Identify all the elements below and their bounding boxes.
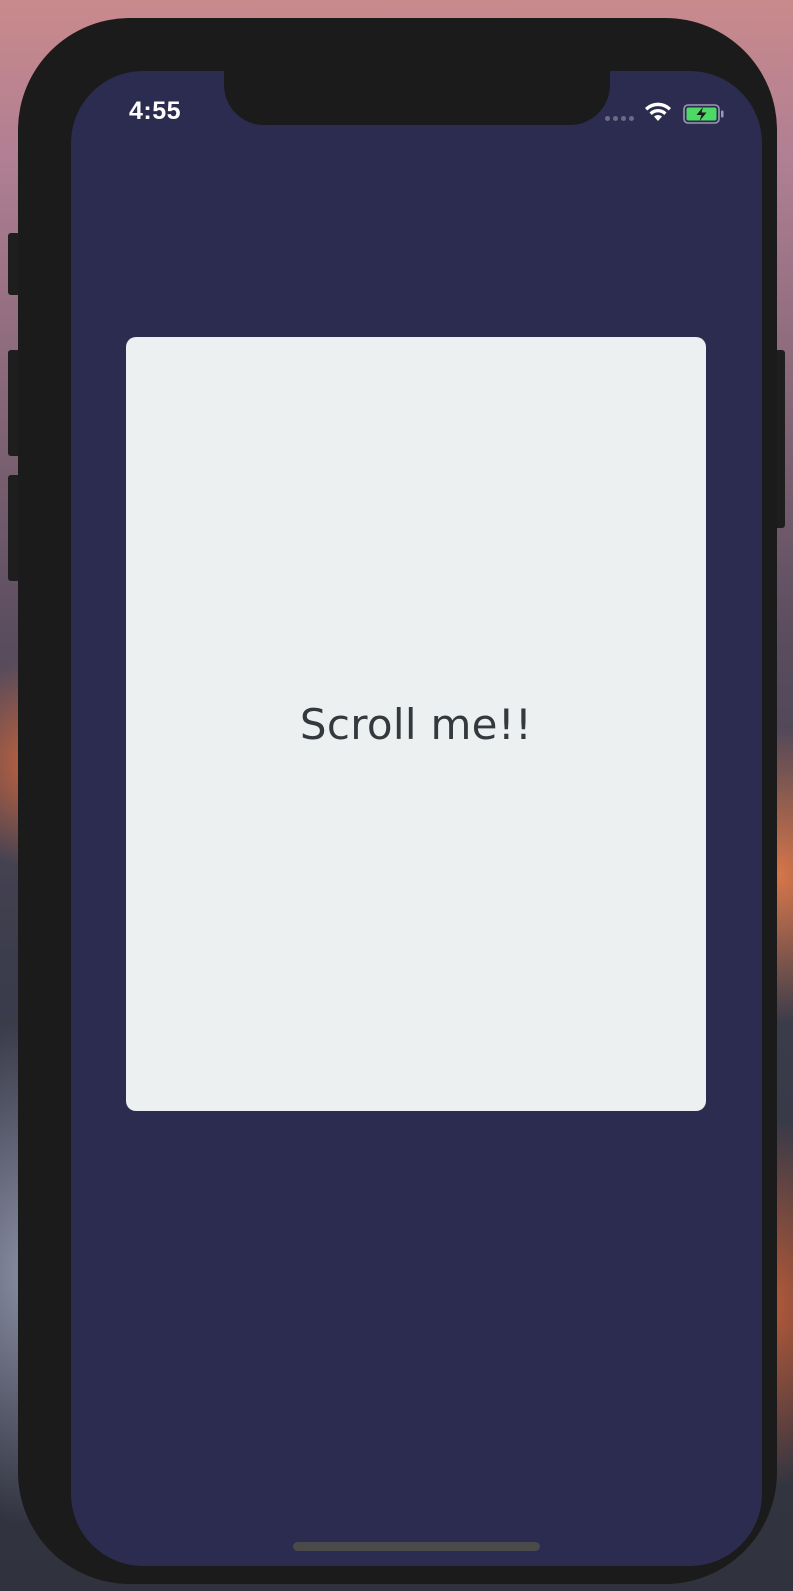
card-label: Scroll me!! bbox=[299, 699, 533, 749]
status-bar-time: 4:55 bbox=[129, 97, 182, 125]
wifi-icon bbox=[645, 102, 671, 121]
battery-charging-icon bbox=[683, 104, 724, 124]
device-frame: 4:55 Scroll me!! bbox=[18, 18, 777, 1584]
device-notch bbox=[224, 71, 610, 125]
app-screen[interactable]: 4:55 Scroll me!! bbox=[71, 71, 762, 1566]
cellular-signal-icon bbox=[605, 116, 634, 121]
scroll-card[interactable]: Scroll me!! bbox=[126, 337, 706, 1111]
home-indicator[interactable] bbox=[293, 1542, 540, 1551]
